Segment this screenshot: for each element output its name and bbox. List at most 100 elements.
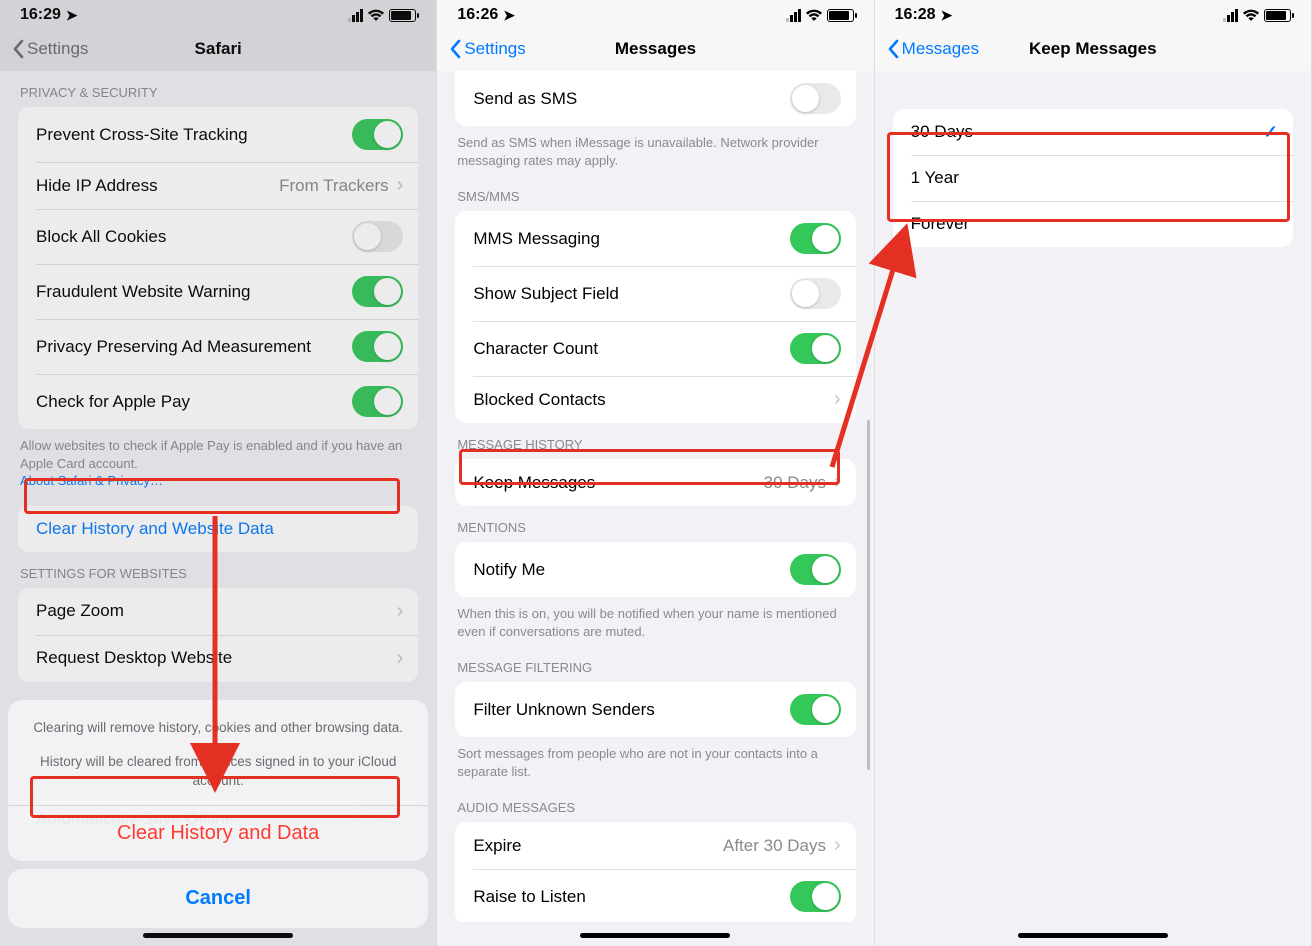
section-header-mentions: MENTIONS xyxy=(437,506,873,542)
row-label: 1 Year xyxy=(911,168,959,188)
option-forever[interactable]: Forever xyxy=(893,201,1293,247)
chevron-right-icon: › xyxy=(397,600,404,623)
sheet-clear-button[interactable]: Clear History and Data xyxy=(8,805,428,861)
row-label: Filter Unknown Senders xyxy=(473,700,654,720)
back-button[interactable]: Messages xyxy=(887,39,979,59)
sheet-message-line2: History will be cleared from devices sig… xyxy=(30,752,406,791)
back-button[interactable]: Settings xyxy=(449,39,525,59)
back-label: Messages xyxy=(902,39,979,59)
cell-signal-icon xyxy=(348,9,363,22)
row-label: Raise to Listen xyxy=(473,887,585,907)
cell-signal-icon xyxy=(786,9,801,22)
scroll-indicator[interactable] xyxy=(867,420,870,770)
toggle-apple-pay[interactable] xyxy=(352,386,403,417)
action-sheet: Clearing will remove history, cookies an… xyxy=(8,700,428,936)
row-prevent-tracking[interactable]: Prevent Cross-Site Tracking xyxy=(18,107,418,162)
row-char-count[interactable]: Character Count xyxy=(455,321,855,376)
toggle-char-count[interactable] xyxy=(790,333,841,364)
back-button[interactable]: Settings xyxy=(12,39,88,59)
location-arrow-icon: ➤ xyxy=(66,7,78,24)
wifi-icon xyxy=(1242,9,1260,22)
row-clear-history[interactable]: Clear History and Website Data xyxy=(18,506,418,552)
row-expire[interactable]: Expire After 30 Days › xyxy=(455,822,855,869)
location-arrow-icon: ➤ xyxy=(503,7,515,24)
row-label: Notify Me xyxy=(473,560,545,580)
home-indicator[interactable] xyxy=(1018,933,1168,938)
row-label: Check for Apple Pay xyxy=(36,392,190,412)
filter-footer: Sort messages from people who are not in… xyxy=(437,737,873,786)
page-title: Messages xyxy=(615,39,696,59)
toggle-ad-measurement[interactable] xyxy=(352,331,403,362)
back-label: Settings xyxy=(464,39,525,59)
row-blocked-contacts[interactable]: Blocked Contacts › xyxy=(455,376,855,423)
row-raise-to-listen[interactable]: Raise to Listen xyxy=(455,869,855,922)
row-notify-me[interactable]: Notify Me xyxy=(455,542,855,597)
privacy-footer-text: Allow websites to check if Apple Pay is … xyxy=(20,438,402,471)
home-indicator[interactable] xyxy=(580,933,730,938)
cell-signal-icon xyxy=(1223,9,1238,22)
sheet-message: Clearing will remove history, cookies an… xyxy=(8,700,428,805)
send-sms-footer: Send as SMS when iMessage is unavailable… xyxy=(437,126,873,175)
row-mms[interactable]: MMS Messaging xyxy=(455,211,855,266)
row-fraud-warning[interactable]: Fraudulent Website Warning xyxy=(18,264,418,319)
notify-footer: When this is on, you will be notified wh… xyxy=(437,597,873,646)
row-send-sms[interactable]: Send as SMS xyxy=(455,71,855,126)
row-request-desktop[interactable]: Request Desktop Website › xyxy=(18,635,418,682)
row-filter-unknown[interactable]: Filter Unknown Senders xyxy=(455,682,855,737)
row-block-cookies[interactable]: Block All Cookies xyxy=(18,209,418,264)
battery-icon xyxy=(389,9,416,22)
status-bar: 16:26 ➤ xyxy=(437,0,873,29)
row-label: Privacy Preserving Ad Measurement xyxy=(36,337,311,357)
section-header-filter: MESSAGE FILTERING xyxy=(437,646,873,682)
row-label: Expire xyxy=(473,836,521,856)
sheet-cancel-button[interactable]: Cancel xyxy=(8,869,428,928)
status-time: 16:29 xyxy=(20,6,61,24)
status-bar: 16:29 ➤ xyxy=(0,0,436,29)
row-value: From Trackers xyxy=(279,176,389,196)
row-value: After 30 Days xyxy=(723,836,826,856)
row-label: Block All Cookies xyxy=(36,227,166,247)
row-label: Hide IP Address xyxy=(36,176,158,196)
section-header-history: MESSAGE HISTORY xyxy=(437,423,873,459)
section-header-privacy: PRIVACY & SECURITY xyxy=(0,71,436,107)
toggle-mms[interactable] xyxy=(790,223,841,254)
option-30-days[interactable]: 30 Days ✓ xyxy=(893,109,1293,155)
nav-bar: Settings Safari xyxy=(0,29,436,71)
page-title: Safari xyxy=(195,39,242,59)
toggle-subject[interactable] xyxy=(790,278,841,309)
sheet-message-line1: Clearing will remove history, cookies an… xyxy=(30,718,406,738)
chevron-right-icon: › xyxy=(397,174,404,197)
privacy-footer: Allow websites to check if Apple Pay is … xyxy=(0,429,436,496)
row-subject[interactable]: Show Subject Field xyxy=(455,266,855,321)
row-apple-pay[interactable]: Check for Apple Pay xyxy=(18,374,418,429)
location-arrow-icon: ➤ xyxy=(941,7,953,24)
toggle-raise[interactable] xyxy=(790,881,841,912)
toggle-fraud-warning[interactable] xyxy=(352,276,403,307)
row-label: Keep Messages xyxy=(473,473,595,493)
row-keep-messages[interactable]: Keep Messages 30 Days › xyxy=(455,459,855,506)
row-label: Forever xyxy=(911,214,970,234)
toggle-filter-unknown[interactable] xyxy=(790,694,841,725)
toggle-prevent-tracking[interactable] xyxy=(352,119,403,150)
battery-icon xyxy=(1264,9,1291,22)
row-ad-measurement[interactable]: Privacy Preserving Ad Measurement xyxy=(18,319,418,374)
chevron-left-icon xyxy=(12,39,24,59)
wifi-icon xyxy=(805,9,823,22)
row-hide-ip[interactable]: Hide IP Address From Trackers › xyxy=(18,162,418,209)
toggle-block-cookies[interactable] xyxy=(352,221,403,252)
row-label: MMS Messaging xyxy=(473,229,600,249)
chevron-left-icon xyxy=(449,39,461,59)
nav-bar: Messages Keep Messages xyxy=(875,29,1311,71)
nav-bar: Settings Messages xyxy=(437,29,873,71)
status-time: 16:26 xyxy=(457,6,498,24)
chevron-left-icon xyxy=(887,39,899,59)
toggle-notify-me[interactable] xyxy=(790,554,841,585)
row-label: Request Desktop Website xyxy=(36,648,232,668)
status-bar: 16:28 ➤ xyxy=(875,0,1311,29)
section-header-audio: AUDIO MESSAGES xyxy=(437,786,873,822)
row-page-zoom[interactable]: Page Zoom › xyxy=(18,588,418,635)
wifi-icon xyxy=(367,9,385,22)
toggle-send-sms[interactable] xyxy=(790,83,841,114)
option-1-year[interactable]: 1 Year xyxy=(893,155,1293,201)
privacy-learn-more-link[interactable]: About Safari & Privacy… xyxy=(20,473,163,488)
